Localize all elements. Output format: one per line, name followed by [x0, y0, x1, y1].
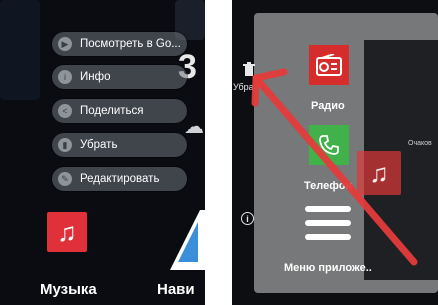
menu-item-label: Инфо	[80, 71, 111, 83]
remove-drop-label: Убра	[233, 82, 254, 92]
right-screen: Убра i Радио Телефон Меню приложе..	[232, 0, 438, 305]
left-screen: 3 ☁ ▶ Посмотреть в Go... i Инфо < Подели…	[0, 0, 205, 305]
music-app-tile[interactable]: ♫	[47, 212, 87, 252]
remove-icon: ▮	[58, 138, 72, 152]
play-store-icon: ▶	[58, 37, 72, 51]
menu-item-label: Посмотреть в Go...	[80, 38, 181, 50]
dragged-music-tile[interactable]: ♫	[357, 151, 401, 195]
menu-item-label: Поделиться	[80, 105, 144, 117]
radio-icon	[316, 54, 342, 76]
weather-cloud-icon: ☁	[184, 116, 204, 138]
phone-tile[interactable]	[309, 125, 349, 165]
radio-tile[interactable]	[309, 45, 349, 85]
wallpaper-fragment	[0, 0, 40, 100]
trash-icon[interactable]	[243, 62, 255, 76]
app-menu-label: Меню приложе..	[284, 262, 372, 274]
music-app-label: Музыка	[40, 281, 97, 298]
phone-icon	[319, 135, 339, 155]
menu-item-view-in-google-play[interactable]: ▶ Посмотреть в Go...	[52, 32, 187, 56]
navigation-app-label: Нави	[157, 281, 195, 298]
menu-item-label: Редактировать	[80, 173, 160, 185]
menu-item-remove[interactable]: ▮ Убрать	[52, 133, 187, 157]
navigation-icon[interactable]	[170, 210, 205, 270]
radio-label: Радио	[311, 100, 345, 112]
share-icon: <	[58, 104, 72, 118]
menu-item-info[interactable]: i Инфо	[52, 65, 187, 89]
menu-item-edit[interactable]: ✎ Редактировать	[52, 167, 187, 191]
menu-item-share[interactable]: < Поделиться	[52, 99, 187, 123]
phone-label: Телефон	[304, 180, 353, 192]
music-note-icon: ♫	[57, 216, 77, 247]
widget-text: Очаков	[408, 140, 432, 147]
menu-item-label: Убрать	[80, 139, 118, 151]
info-icon: i	[58, 70, 72, 84]
edit-icon: ✎	[58, 172, 72, 186]
music-note-icon: ♫	[369, 157, 389, 188]
info-icon[interactable]: i	[241, 212, 254, 225]
